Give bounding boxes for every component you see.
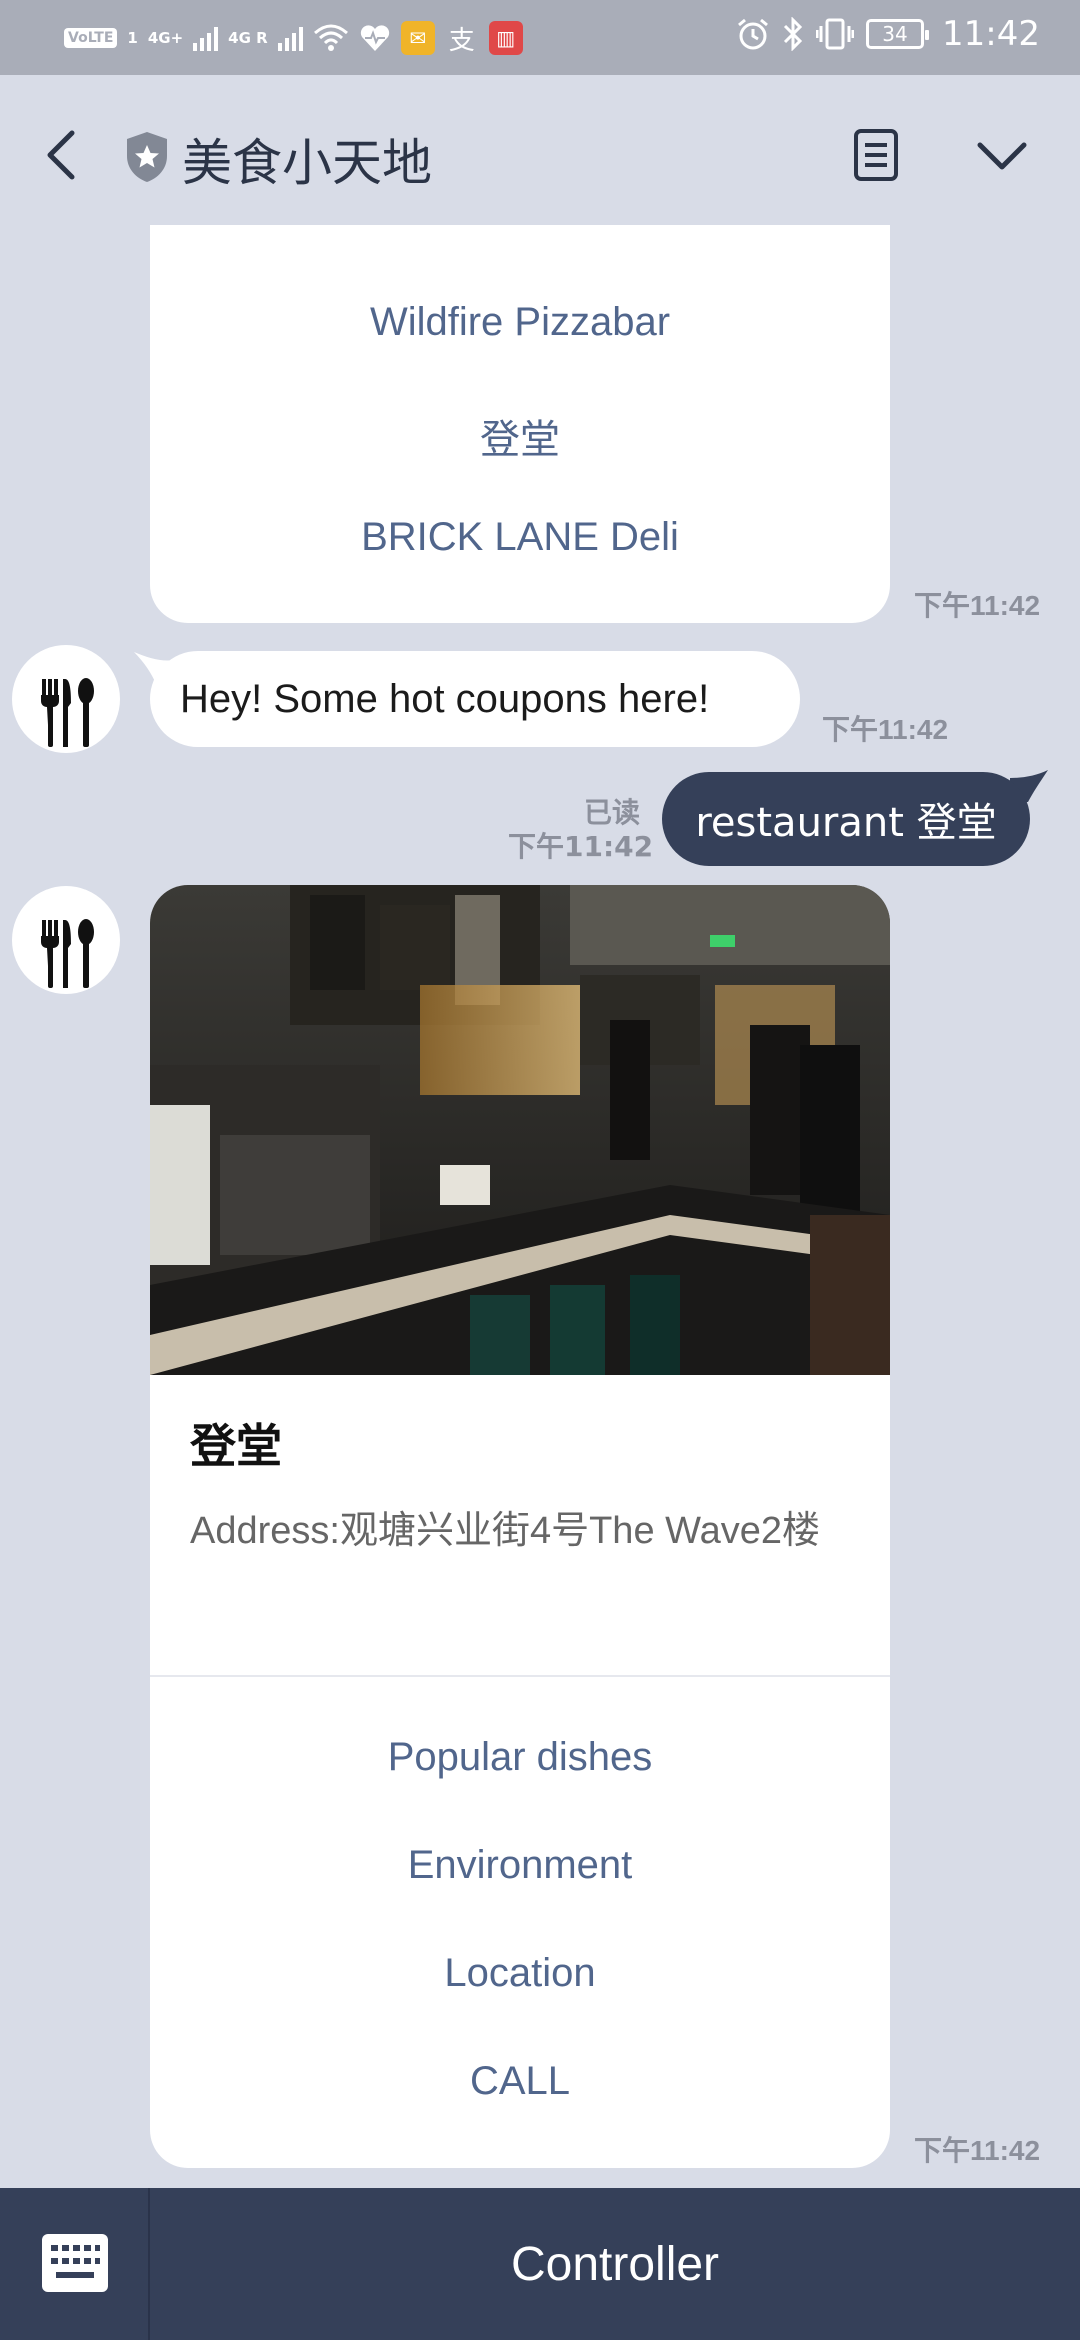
bot-message-bubble: Hey! Some hot coupons here! bbox=[150, 651, 800, 747]
network2-label: 4G R bbox=[228, 29, 268, 47]
signal1-icon bbox=[193, 25, 219, 51]
status-bar: VoLTE 1 4G+ 4G R ✉ 支 ▥ 34 11:42 bbox=[0, 0, 1080, 75]
message-time: 下午11:42 bbox=[914, 2135, 1041, 2166]
vibrate-icon bbox=[816, 18, 855, 50]
sim1-label: 1 bbox=[127, 29, 138, 47]
alipay-icon: 支 bbox=[448, 25, 475, 56]
restaurant-link-brick-lane[interactable]: BRICK LANE Deli bbox=[150, 515, 890, 560]
message-time: 下午11:42 bbox=[822, 714, 949, 745]
shield-star-icon bbox=[127, 132, 167, 182]
card-divider bbox=[150, 1675, 890, 1677]
bottom-bar: Controller bbox=[0, 2188, 1080, 2340]
alarm-icon bbox=[738, 18, 768, 50]
message-time: 下午11:42 bbox=[914, 590, 1041, 621]
card-title: 登堂 bbox=[190, 1419, 282, 1473]
bluetooth-icon bbox=[783, 17, 803, 51]
chat-header: 美食小天地 bbox=[0, 75, 1080, 235]
action-popular-dishes[interactable]: Popular dishes bbox=[150, 1735, 890, 1780]
controller-button[interactable]: Controller bbox=[150, 2188, 1080, 2340]
restaurant-card: 登堂 Address:观塘兴业街4号The Wave2楼 Popular dis… bbox=[150, 885, 890, 2168]
volte-badge: VoLTE bbox=[64, 28, 118, 48]
bot-message-text: Hey! Some hot coupons here! bbox=[180, 676, 710, 721]
keyboard-icon bbox=[42, 2234, 108, 2292]
bot-avatar[interactable] bbox=[12, 645, 120, 753]
signal2-icon bbox=[277, 25, 303, 51]
network1-label: 4G+ bbox=[147, 29, 184, 47]
chevron-down-icon[interactable] bbox=[976, 139, 1028, 173]
mail-icon: ✉ bbox=[400, 21, 435, 55]
restaurant-link-wildfire[interactable]: Wildfire Pizzabar bbox=[150, 300, 890, 345]
keyboard-toggle[interactable] bbox=[0, 2188, 150, 2340]
status-left: VoLTE 1 4G+ 4G R ✉ 支 ▥ bbox=[64, 20, 523, 56]
battery-indicator: 34 bbox=[866, 19, 930, 49]
notes-icon[interactable] bbox=[852, 127, 900, 183]
chat-title: 美食小天地 bbox=[182, 134, 432, 192]
action-call[interactable]: CALL bbox=[150, 2059, 890, 2104]
clock: 11:42 bbox=[942, 14, 1040, 54]
user-message-text: restaurant 登堂 bbox=[695, 800, 997, 846]
restaurant-list-card: Wildfire Pizzabar 登堂 BRICK LANE Deli bbox=[150, 225, 890, 623]
user-message-bubble: restaurant 登堂 bbox=[662, 772, 1030, 866]
bot-avatar[interactable] bbox=[12, 886, 120, 994]
heart-health-icon bbox=[360, 25, 389, 51]
restaurant-photo[interactable] bbox=[150, 885, 890, 1375]
action-environment[interactable]: Environment bbox=[150, 1843, 890, 1888]
utensils-icon bbox=[41, 919, 94, 988]
action-location[interactable]: Location bbox=[150, 1951, 890, 1996]
book-icon: ▥ bbox=[488, 21, 523, 55]
utensils-icon bbox=[41, 678, 94, 747]
status-right: 34 11:42 bbox=[736, 14, 1040, 54]
restaurant-link-dengtang[interactable]: 登堂 bbox=[150, 407, 890, 465]
message-time: 下午11:42 bbox=[508, 830, 654, 863]
back-icon[interactable] bbox=[40, 127, 84, 183]
card-address: Address:观塘兴业街4号The Wave2楼 bbox=[190, 1510, 820, 1552]
wifi-icon bbox=[313, 24, 348, 51]
